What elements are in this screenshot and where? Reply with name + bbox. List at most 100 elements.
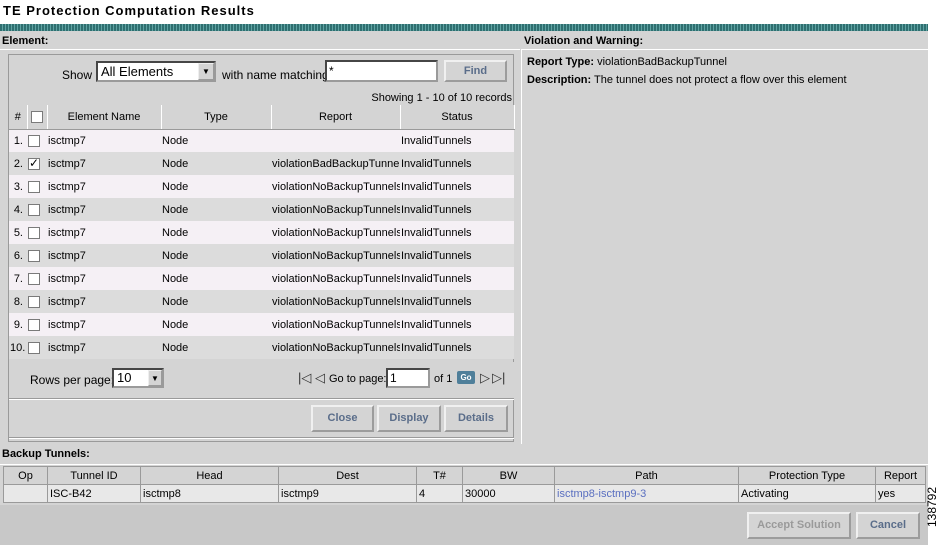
element-type-cell: Node xyxy=(161,152,271,175)
row-checkbox[interactable] xyxy=(28,295,40,308)
element-type-cell: Node xyxy=(161,221,271,244)
report-type-line: Report Type: violationBadBackupTunnel xyxy=(527,56,727,68)
row-select-cell xyxy=(27,152,47,175)
table-row[interactable]: 2. isctmp7NodeviolationBadBackupTunnelInv… xyxy=(9,152,514,175)
row-checkbox[interactable] xyxy=(28,203,40,216)
name-matching-label: with name matching xyxy=(222,68,329,82)
row-number: 5. xyxy=(9,221,27,244)
col-type-header[interactable]: Type xyxy=(161,105,272,130)
path-link[interactable]: isctmp8-isctmp9-3 xyxy=(554,484,739,503)
table-row[interactable]: 7. isctmp7 Node violationNoBackupTunnels Inv… xyxy=(9,267,514,290)
last-page-icon[interactable]: ▷| xyxy=(492,370,505,386)
rows-per-page-select[interactable]: 10 ▼ xyxy=(112,368,164,388)
element-report-cell xyxy=(271,129,400,152)
col-op-header: Op xyxy=(3,466,48,485)
select-all-checkbox[interactable] xyxy=(31,110,43,123)
select-all-cell xyxy=(27,105,48,130)
row-checkbox[interactable] xyxy=(28,272,40,285)
prev-page-icon[interactable]: ◁ xyxy=(315,370,325,386)
element-type-cell: Node xyxy=(161,129,271,152)
show-filter-select[interactable]: All Elements ▼ xyxy=(96,61,216,82)
row-select-cell xyxy=(27,267,47,290)
first-page-icon[interactable]: |◁ xyxy=(298,370,311,386)
find-button[interactable]: Find xyxy=(444,60,507,82)
element-type-cell: Node xyxy=(161,290,271,313)
title-bar: TE Protection Computation Results xyxy=(0,0,928,26)
row-number: 7. xyxy=(9,267,27,290)
element-status-cell: InvalidTunnels xyxy=(400,336,514,359)
divider xyxy=(9,437,514,439)
row-select-cell xyxy=(27,221,47,244)
table-row[interactable]: 8. isctmp7 Node violationNoBackupTunnels Inv… xyxy=(9,290,514,313)
element-name-cell: isctmp7 xyxy=(47,221,161,244)
table-row[interactable]: 4. isctmp7 Node violationNoBackupTunnels Inv… xyxy=(9,198,514,221)
col-name-header[interactable]: Element Name xyxy=(47,105,162,130)
element-type-cell: Node xyxy=(161,336,271,359)
row-checkbox[interactable] xyxy=(28,318,40,331)
table-row[interactable]: 5. isctmp7 Node violationNoBackupTunnels Inv… xyxy=(9,221,514,244)
element-status-cell: InvalidTunnels xyxy=(400,152,514,175)
bw-cell: 30000 xyxy=(462,484,555,503)
row-select-cell xyxy=(27,244,47,267)
row-checkbox[interactable] xyxy=(28,341,40,354)
element-name-cell: isctmp7 xyxy=(47,290,161,313)
show-label: Show xyxy=(62,68,93,82)
element-status-cell: InvalidTunnels xyxy=(400,198,514,221)
element-report-cell: violationNoBackupTunnels xyxy=(271,175,400,198)
row-select-cell xyxy=(27,198,47,221)
col-dest-header: Dest xyxy=(278,466,417,485)
table-row[interactable]: 6. isctmp7 Node violationNoBackupTunnels Inv… xyxy=(9,244,514,267)
element-type-cell: Node xyxy=(161,313,271,336)
op-cell xyxy=(3,484,48,503)
row-number: 1. xyxy=(9,129,27,152)
close-button[interactable]: Close xyxy=(311,405,374,432)
name-matching-input[interactable] xyxy=(325,60,438,82)
report-cell: yes xyxy=(875,484,926,503)
description-value: The tunnel does not protect a flow over … xyxy=(594,74,847,86)
row-number: 8. xyxy=(9,290,27,313)
element-report-cell: violationNoBackupTunnels xyxy=(271,198,400,221)
row-number: 4. xyxy=(9,198,27,221)
backup-row[interactable]: ISC-B42 isctmp8 isctmp9 4 30000 isctmp8-… xyxy=(3,484,926,503)
chevron-down-icon[interactable]: ▼ xyxy=(148,370,162,386)
row-checkbox[interactable] xyxy=(28,134,40,147)
table-row[interactable]: 3. isctmp7 Node violationNoBackupTunnels Inv… xyxy=(9,175,514,198)
page-number-input[interactable] xyxy=(386,368,430,388)
col-report-header[interactable]: Report xyxy=(271,105,401,130)
row-checkbox[interactable] xyxy=(28,180,40,193)
description-line: Description: The tunnel does not protect… xyxy=(527,74,847,86)
row-checkbox[interactable] xyxy=(28,249,40,262)
element-type-cell: Node xyxy=(161,198,271,221)
rows-per-page-label: Rows per page: xyxy=(30,373,115,387)
display-button[interactable]: Display xyxy=(377,405,441,432)
row-checkbox[interactable] xyxy=(28,226,40,239)
element-status-cell: InvalidTunnels xyxy=(400,313,514,336)
head-cell: isctmp8 xyxy=(140,484,279,503)
col-protection-header: Protection Type xyxy=(738,466,876,485)
backup-section-label: Backup Tunnels: xyxy=(2,448,90,460)
page-title: TE Protection Computation Results xyxy=(3,3,255,18)
details-button[interactable]: Details xyxy=(444,405,508,432)
cancel-button[interactable]: Cancel xyxy=(856,512,920,539)
row-checkbox[interactable] xyxy=(28,156,40,170)
page-total-label: of 1 xyxy=(434,373,453,385)
records-count: Showing 1 - 10 of 10 records xyxy=(371,92,512,104)
row-number: 6. xyxy=(9,244,27,267)
element-status-cell: InvalidTunnels xyxy=(400,175,514,198)
accept-solution-button[interactable]: Accept Solution xyxy=(747,512,851,539)
chevron-down-icon[interactable]: ▼ xyxy=(198,63,214,80)
report-type-label: Report Type: xyxy=(527,56,595,68)
go-button[interactable]: Go xyxy=(457,371,475,384)
element-name-cell: isctmp7 xyxy=(47,198,161,221)
table-row[interactable]: 10. isctmp7 Node violationNoBackupTunnels In… xyxy=(9,336,514,359)
row-number: 2. xyxy=(9,152,27,175)
figure-id: 138792 xyxy=(925,486,940,528)
element-section-label: Element: xyxy=(2,35,49,47)
element-report-cell: violationNoBackupTunnels xyxy=(271,313,400,336)
row-select-cell xyxy=(27,175,47,198)
col-status-header[interactable]: Status xyxy=(400,105,515,130)
title-stripe xyxy=(0,24,928,31)
table-row[interactable]: 9. isctmp7 Node violationNoBackupTunnels Inv… xyxy=(9,313,514,336)
table-row[interactable]: 1. isctmp7 Node InvalidTunnels xyxy=(9,129,514,152)
next-page-icon[interactable]: ▷ xyxy=(480,370,490,386)
